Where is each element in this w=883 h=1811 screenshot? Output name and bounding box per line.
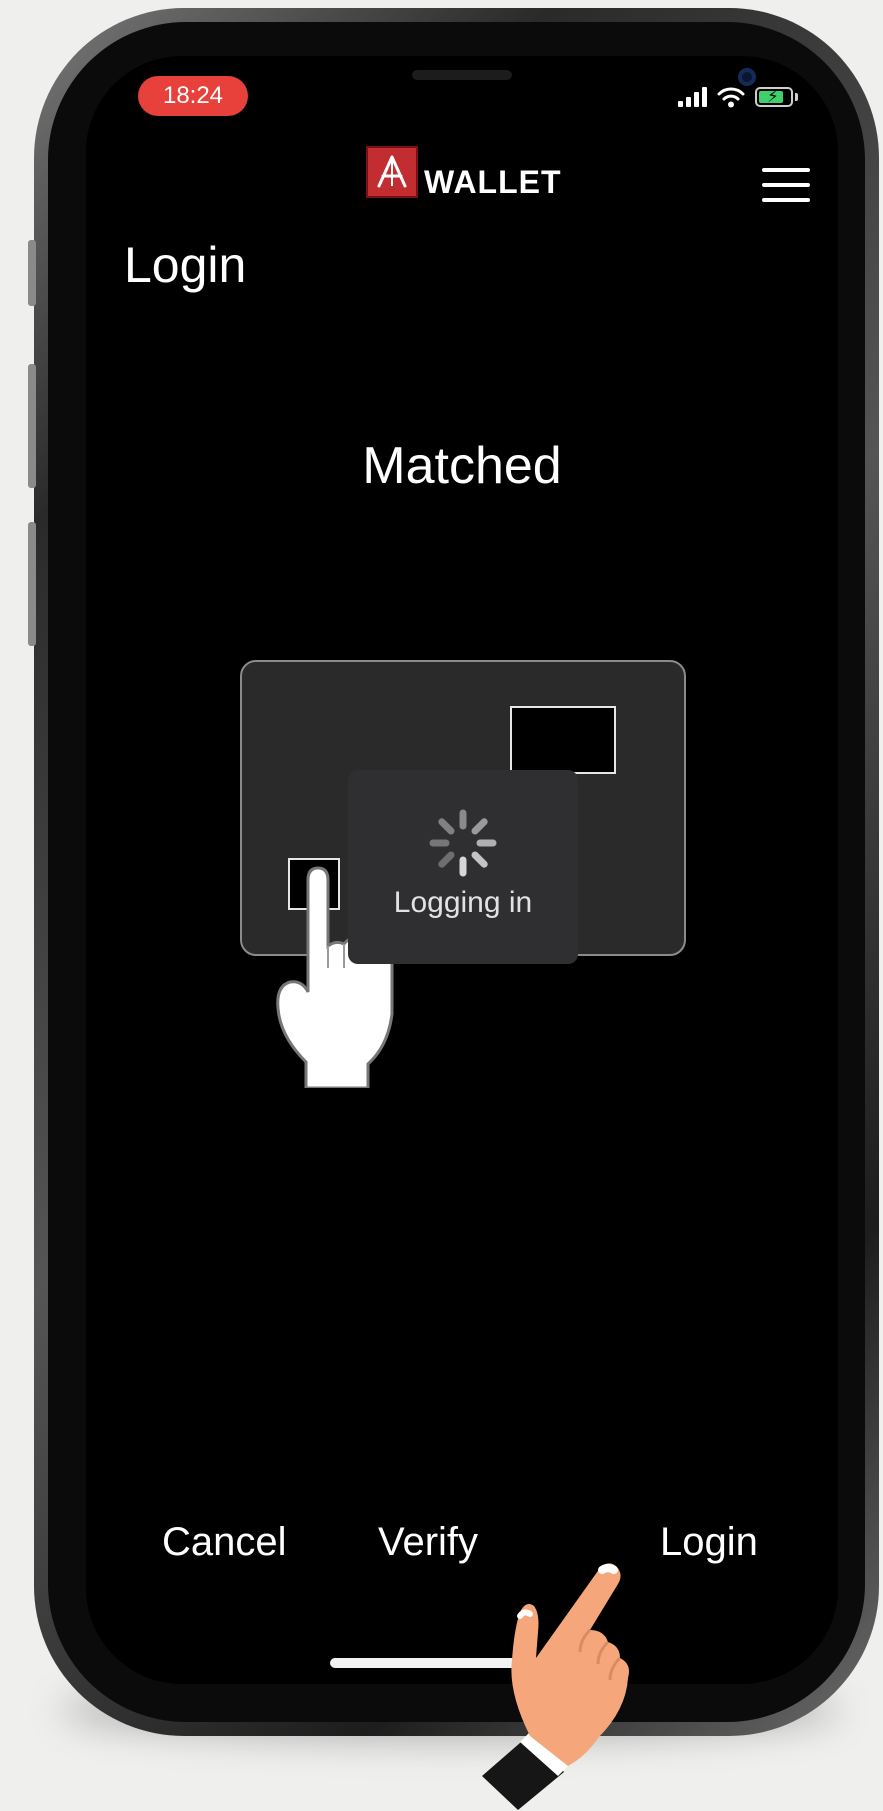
bottom-action-bar: Cancel Verify Login — [86, 1520, 838, 1580]
phone-screen: 18:24 ⚡ WALLET Login Matched Logging in … — [86, 56, 838, 1684]
notch — [272, 56, 756, 120]
wifi-icon — [717, 87, 745, 108]
battery-tip — [795, 93, 798, 101]
match-status-text: Matched — [362, 437, 562, 495]
wallet-logo-icon — [366, 146, 418, 198]
earpiece-speaker — [412, 70, 512, 80]
wallet-logo[interactable]: WALLET — [366, 146, 562, 198]
cellular-signal-icon — [678, 87, 707, 107]
mute-switch — [28, 240, 36, 306]
logo-text: WALLET — [424, 164, 562, 200]
cancel-button[interactable]: Cancel — [162, 1520, 287, 1565]
volume-up-button — [28, 364, 36, 488]
volume-down-button — [28, 522, 36, 646]
loading-overlay: Logging in — [348, 770, 578, 964]
pointing-hand-icon — [482, 1563, 629, 1810]
status-icons: ⚡ — [678, 86, 798, 108]
login-button[interactable]: Login — [660, 1520, 758, 1565]
card-slot — [510, 706, 616, 774]
hamburger-menu-icon[interactable] — [762, 168, 810, 202]
verify-button[interactable]: Verify — [378, 1520, 478, 1565]
front-camera-icon — [738, 68, 756, 86]
loading-spinner-icon — [429, 809, 497, 877]
page-title: Login — [124, 237, 247, 293]
status-time: 18:24 — [138, 76, 248, 116]
battery-charging-icon: ⚡ — [755, 87, 793, 107]
loading-label: Logging in — [393, 886, 533, 919]
